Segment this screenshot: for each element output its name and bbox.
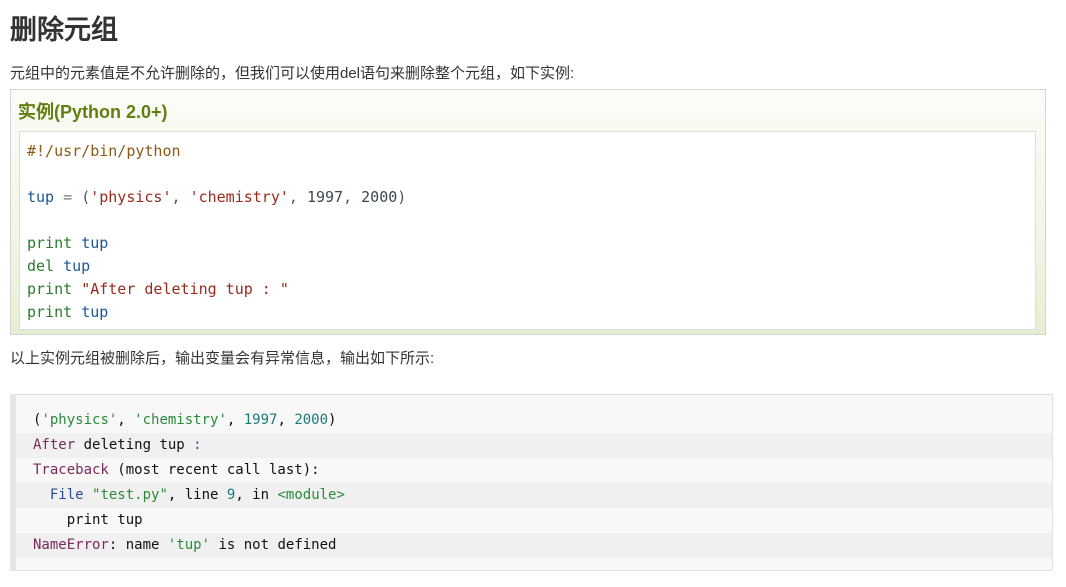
output-token: Traceback [33,462,109,478]
comma: , [117,412,135,428]
string-literal: "test.py" [92,487,168,503]
output-token: After [33,437,76,453]
output-line: NameError: name 'tup' is not defined [16,533,1052,558]
example-title: 实例(Python 2.0+) [18,102,168,122]
output-text: , line [167,487,227,503]
assign-op: = [54,188,82,206]
output-token: File [49,487,84,503]
output-block: ('physics', 'chemistry', 1997, 2000) Aft… [10,394,1053,571]
output-text: print tup [33,512,143,528]
comma: , [343,188,362,206]
number-literal: 1997 [306,188,344,206]
page-title: 删除元组 [10,15,118,45]
paren-close: ) [328,412,337,428]
string-literal: 'physics' [90,188,172,206]
comma: , [171,188,190,206]
string-literal: 'tup' [167,537,211,553]
output-line: File "test.py", line 9, in <module> [16,483,1052,508]
var-name: tup [27,188,55,206]
keyword: print [27,234,73,252]
code-line-print: print tup [27,301,1028,324]
output-text: (most recent call last): [108,462,320,478]
string-literal: 'chemistry' [189,188,289,206]
code-line-print: print tup [27,232,1028,255]
output-text: deleting tup [75,437,194,453]
string-literal: 'chemistry' [134,412,227,428]
output-line: ('physics', 'chemistry', 1997, 2000) [16,408,1052,433]
keyword: print [27,303,73,321]
string-literal: "After deleting tup : " [81,280,289,298]
code-line-shebang: #!/usr/bin/python [27,140,1028,163]
output-text: , in [235,487,278,503]
output-line: Traceback (most recent call last): [16,458,1052,483]
keyword: print [27,280,73,298]
output-text: : name [108,537,168,553]
comma: , [226,412,244,428]
output-token: : [193,437,202,453]
code-line-print: print "After deleting tup : " [27,278,1028,301]
var-name: tup [81,303,109,321]
number-literal: 2000 [294,412,329,428]
comma: , [277,412,295,428]
shebang-comment: #!/usr/bin/python [27,142,181,160]
number-literal: 1997 [243,412,278,428]
output-token: NameError [33,537,109,553]
example-box: 实例(Python 2.0+) #!/usr/bin/python tup = … [10,89,1046,335]
string-literal: 'physics' [41,412,118,428]
comma: , [288,188,307,206]
output-line: After deleting tup : [16,433,1052,458]
number-literal: 2000 [361,188,398,206]
output-line: print tup [16,508,1052,533]
code-line-del: del tup [27,255,1028,278]
keyword: del [27,257,55,275]
code-block: #!/usr/bin/python tup = ('physics', 'che… [19,131,1036,330]
paren-close: ) [397,188,407,206]
intro-paragraph: 元组中的元素值是不允许删除的，但我们可以使用del语句来删除整个元组，如下实例: [10,65,575,82]
output-text: is not defined [210,537,337,553]
output-token: <module> [277,487,345,503]
outro-paragraph: 以上实例元组被删除后，输出变量会有异常信息，输出如下所示: [10,350,435,367]
var-name: tup [63,257,91,275]
paren-open: ( [81,188,91,206]
var-name: tup [81,234,109,252]
code-line-assign: tup = ('physics', 'chemistry', 1997, 200… [27,186,1028,209]
